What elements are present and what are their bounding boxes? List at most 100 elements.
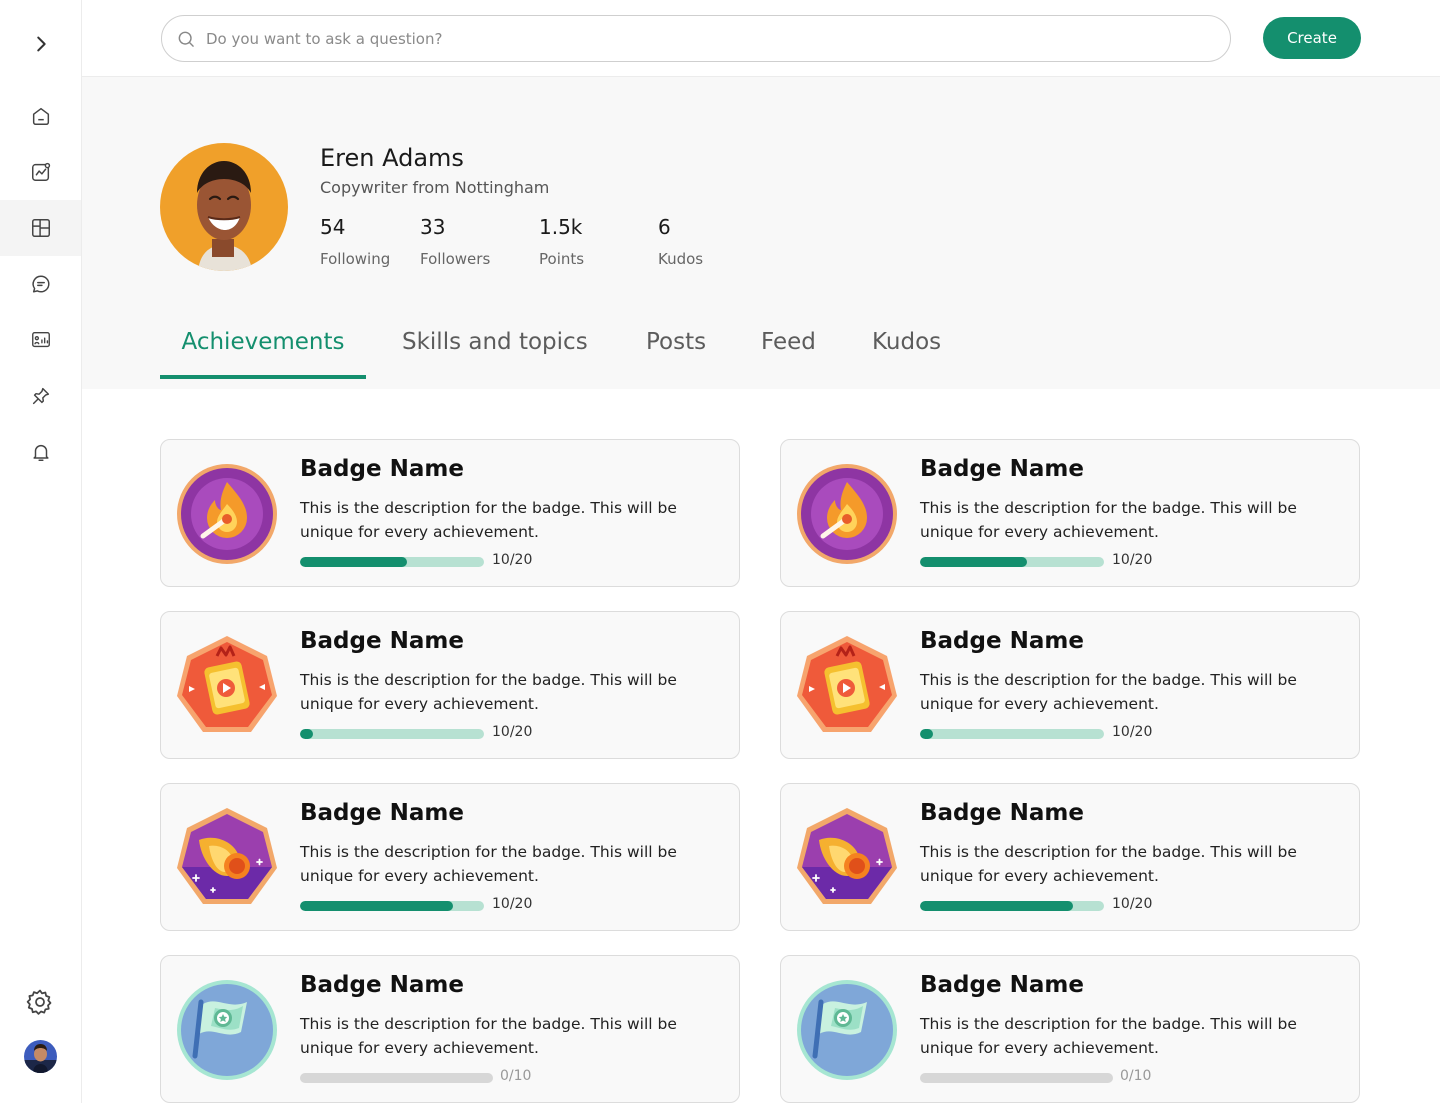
progress-bar [300,901,484,911]
achievement-card[interactable]: Badge Name This is the description for t… [160,439,740,587]
stat-following[interactable]: 54 Following [320,215,390,268]
tab-achievements[interactable]: Achievements [160,329,366,379]
video-badge-icon [177,636,277,732]
stat-followers[interactable]: 33 Followers [420,215,490,268]
stat-points: 1.5k Points [539,215,584,268]
progress-text: 10/20 [492,552,533,568]
stat-kudos: 6 Kudos [658,215,703,268]
achievement-title: Badge Name [300,972,464,998]
achievement-title: Badge Name [920,456,1084,482]
achievement-description: This is the description for the badge. T… [920,1015,1297,1057]
sidebar-item-reports[interactable] [0,312,81,368]
achievement-description: This is the description for the badge. T… [920,671,1297,713]
progress-bar [920,901,1104,911]
top-bar: Create [82,0,1440,77]
achievement-card[interactable]: Badge Name This is the description for t… [160,783,740,931]
profile-subtitle: Copywriter from Nottingham [320,178,550,197]
achievement-card[interactable]: Badge Name This is the description for t… [160,955,740,1103]
tab-kudos[interactable]: Kudos [872,329,941,379]
dashboard-icon [31,219,50,237]
progress-text: 10/20 [492,896,533,912]
fire-badge-icon [177,464,277,564]
flag-badge-icon [177,980,277,1080]
bell-icon [32,444,49,461]
expand-sidebar-chevron-icon[interactable] [26,30,56,58]
progress-bar [300,1073,493,1083]
tab-posts[interactable]: Posts [646,329,706,379]
search-bar[interactable] [161,15,1231,62]
achievement-title: Badge Name [300,628,464,654]
flag-badge-icon [797,980,897,1080]
achievement-card[interactable]: Badge Name This is the description for t… [780,439,1360,587]
profile-header: Eren Adams Copywriter from Nottingham 54… [82,77,1440,389]
progress-bar [300,729,484,739]
progress-fill [920,729,933,739]
stat-value: 33 [420,215,446,239]
progress-fill [300,729,313,739]
sidebar-item-pinned[interactable] [0,368,81,424]
stat-value: 6 [658,215,671,239]
search-icon [178,31,194,47]
progress-bar [920,557,1104,567]
progress-text: 0/10 [500,1068,532,1084]
progress-bar [300,557,484,567]
achievement-card[interactable]: Badge Name This is the description for t… [780,611,1360,759]
fire-badge-icon [797,464,897,564]
create-button[interactable]: Create [1263,17,1361,59]
achievement-description: This is the description for the badge. T… [300,671,677,713]
progress-fill [300,901,453,911]
achievement-description: This is the description for the badge. T… [920,499,1297,541]
progress-fill [300,557,407,567]
gear-icon [26,989,52,1015]
sidebar-item-chat[interactable] [0,256,81,312]
stat-value: 54 [320,215,346,239]
stat-label: Following [320,250,391,268]
sidebar-item-notifications[interactable] [0,424,81,480]
progress-bar [920,729,1104,739]
stat-value: 1.5k [539,215,583,239]
achievement-title: Badge Name [300,456,464,482]
user-avatar[interactable] [24,1040,57,1073]
sidebar-item-home[interactable] [0,88,81,144]
achievement-title: Badge Name [300,800,464,826]
tab-skills-and-topics[interactable]: Skills and topics [402,329,588,379]
home-icon [32,107,49,125]
progress-text: 0/10 [1120,1068,1152,1084]
pin-icon [32,387,49,405]
stat-label: Points [539,250,585,268]
comet-badge-icon [177,808,277,904]
profile-name: Eren Adams [320,144,464,172]
comet-badge-icon [797,808,897,904]
achievement-description: This is the description for the badge. T… [300,1015,677,1057]
stat-label: Followers [420,250,491,268]
stat-label: Kudos [658,250,704,268]
profile-avatar [160,143,288,271]
achievement-title: Badge Name [920,800,1084,826]
achievement-card[interactable]: Badge Name This is the description for t… [780,955,1360,1103]
achievement-card[interactable]: Badge Name This is the description for t… [780,783,1360,931]
search-input[interactable] [206,29,1186,48]
progress-text: 10/20 [1112,552,1153,568]
achievement-title: Badge Name [920,628,1084,654]
report-icon [31,331,50,348]
achievement-description: This is the description for the badge. T… [300,499,677,541]
sidebar-item-dashboard[interactable] [0,200,81,256]
progress-text: 10/20 [1112,896,1153,912]
progress-fill [920,557,1027,567]
sidebar [0,0,82,1103]
analytics-icon [31,162,50,181]
progress-bar [920,1073,1113,1083]
progress-text: 10/20 [1112,724,1153,740]
achievement-title: Badge Name [920,972,1084,998]
achievement-description: This is the description for the badge. T… [920,843,1297,885]
achievement-card[interactable]: Badge Name This is the description for t… [160,611,740,759]
achievement-description: This is the description for the badge. T… [300,843,677,885]
progress-text: 10/20 [492,724,533,740]
tab-feed[interactable]: Feed [761,329,816,379]
sidebar-item-analytics[interactable] [0,144,81,200]
settings-button[interactable] [22,984,58,1020]
progress-fill [920,901,1073,911]
chat-icon [31,275,49,293]
active-tab-indicator [160,375,366,379]
video-badge-icon [797,636,897,732]
